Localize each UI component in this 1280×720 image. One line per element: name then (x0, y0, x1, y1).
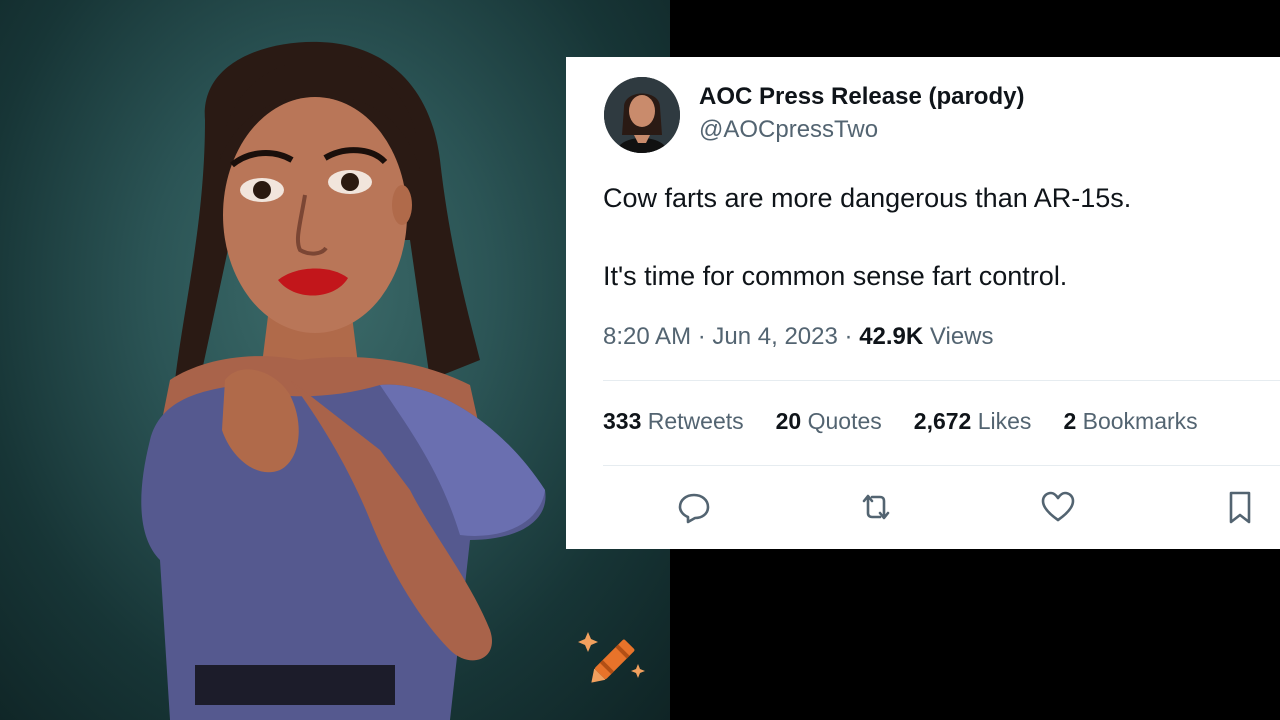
tweet-card: AOC Press Release (parody) @AOCpressTwo … (566, 57, 1280, 549)
bookmark-icon[interactable] (1220, 487, 1260, 527)
stat-label: Retweets (647, 408, 744, 434)
avatar[interactable] (604, 77, 680, 153)
stat-count: 333 (603, 408, 642, 434)
divider (603, 465, 1280, 466)
stat-count: 20 (775, 408, 802, 434)
tweet-date[interactable]: Jun 4, 2023 (712, 323, 837, 350)
stat-label: Likes (977, 408, 1032, 434)
stat-bookmarks[interactable]: 2 Bookmarks (1063, 408, 1197, 435)
stat-count: 2,672 (913, 408, 972, 434)
stat-label: Bookmarks (1082, 408, 1198, 434)
reply-icon[interactable] (674, 487, 714, 527)
retweet-icon[interactable] (856, 487, 896, 527)
meta-separator: · (697, 323, 713, 350)
stat-count: 2 (1063, 408, 1077, 434)
views-label: Views (929, 323, 994, 350)
user-handle[interactable]: @AOCpressTwo (699, 116, 878, 144)
tweet-actions (566, 479, 1280, 539)
meta-separator: · (844, 323, 860, 350)
stat-retweets[interactable]: 333 Retweets (603, 408, 744, 435)
stat-label: Quotes (807, 408, 882, 434)
engagement-stats: 333 Retweets 20 Quotes 2,672 Likes 2 Boo… (603, 408, 1198, 435)
tweet-text-line: It's time for common sense fart control. (603, 261, 1068, 291)
display-name[interactable]: AOC Press Release (parody) (699, 83, 1024, 111)
tweet-time[interactable]: 8:20 AM (603, 323, 691, 350)
tweet-text-line: Cow farts are more dangerous than AR-15s… (603, 183, 1132, 213)
crayon-icon (578, 624, 650, 696)
divider (603, 380, 1280, 381)
views-count: 42.9K (859, 323, 924, 350)
stat-quotes[interactable]: 20 Quotes (776, 408, 882, 435)
stat-likes[interactable]: 2,672 Likes (914, 408, 1032, 435)
like-icon[interactable] (1038, 487, 1078, 527)
tweet-meta: 8:20 AM · Jun 4, 2023 · 42.9K Views (603, 323, 994, 351)
